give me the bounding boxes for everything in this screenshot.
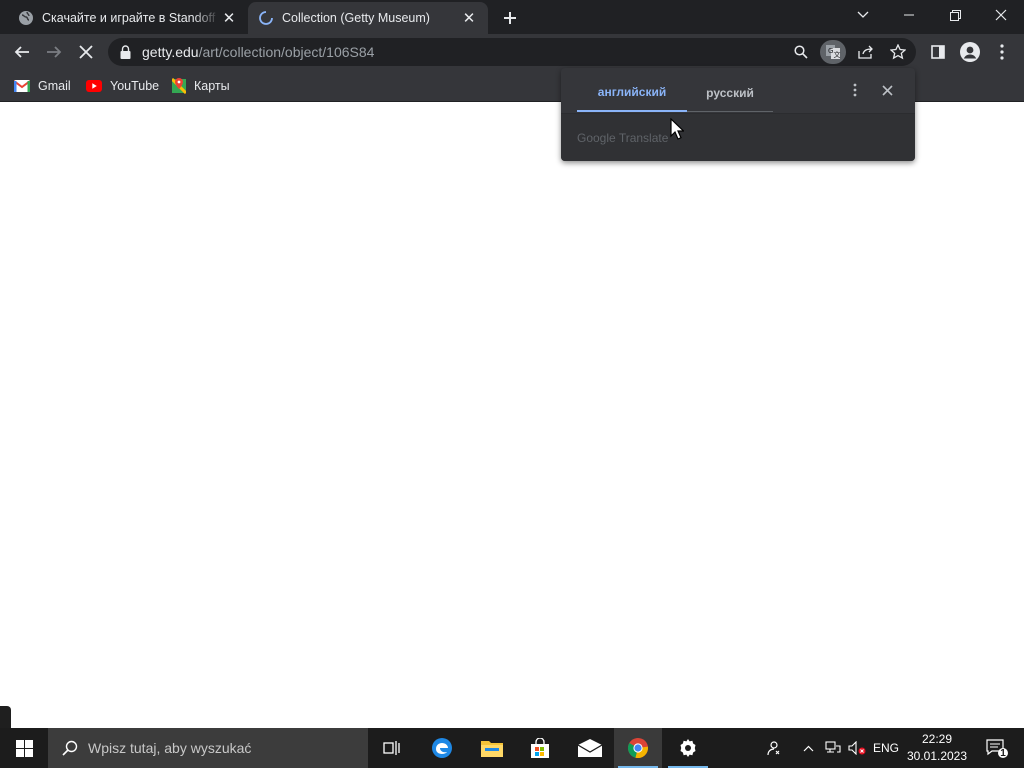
task-view-button[interactable] (368, 728, 416, 768)
arrow-right-icon (47, 46, 62, 58)
bookmark-youtube[interactable]: YouTube (86, 76, 159, 96)
lock-icon[interactable] (120, 45, 131, 59)
start-button[interactable] (0, 728, 48, 768)
close-icon (881, 84, 893, 96)
system-clock[interactable]: 22:29 30.01.2023 (900, 731, 974, 765)
action-center-button[interactable]: 1 (980, 728, 1014, 768)
tab-strip: Скачайте и играйте в Standoff 2 ✕ Collec… (0, 0, 1024, 34)
search-placeholder: Wpisz tutaj, aby wyszukać (88, 740, 252, 756)
bookmark-maps[interactable]: Карты (172, 76, 230, 96)
share-icon[interactable] (858, 45, 874, 59)
close-icon[interactable]: ✕ (460, 9, 478, 27)
mouse-cursor-icon (670, 118, 684, 140)
maps-icon (172, 78, 186, 94)
browser-toolbar: getty.edu/art/collection/object/106S84 G… (0, 34, 1024, 70)
translate-close-button[interactable] (877, 80, 897, 100)
profile-button[interactable] (956, 38, 984, 66)
translate-options-button[interactable] (845, 80, 865, 100)
tab-standoff[interactable]: Скачайте и играйте в Standoff 2 ✕ (8, 2, 248, 34)
search-icon[interactable] (794, 45, 808, 59)
network-button[interactable] (822, 728, 844, 768)
translate-popup: английский русский Google Translate (561, 68, 915, 161)
avatar-icon (960, 42, 980, 62)
youtube-icon (86, 80, 102, 92)
input-language[interactable]: ENG (870, 728, 902, 768)
stop-button[interactable] (72, 38, 100, 66)
tab-getty[interactable]: Collection (Getty Museum) ✕ (248, 2, 488, 34)
settings-app[interactable] (664, 728, 712, 768)
task-view-icon (383, 741, 400, 755)
kebab-menu-icon (1000, 44, 1004, 60)
clock-date: 30.01.2023 (906, 749, 968, 763)
chrome-app[interactable] (614, 728, 662, 768)
network-icon (825, 741, 841, 753)
url-path: /art/collection/object/106S84 (198, 44, 375, 60)
taskbar-search[interactable]: Wpisz tutaj, aby wyszukać (48, 728, 368, 768)
gmail-icon (14, 80, 30, 92)
plus-icon (504, 12, 516, 24)
tab-source-language[interactable]: английский (577, 74, 687, 112)
back-button[interactable] (8, 38, 36, 66)
hidden-icons-button[interactable] (796, 728, 820, 768)
gear-icon (680, 739, 696, 757)
translate-footer: Google Translate (561, 114, 915, 161)
search-icon (62, 740, 78, 756)
language-tabs: английский русский (577, 74, 787, 112)
tab-title: Скачайте и играйте в Standoff 2 (42, 11, 220, 25)
chevron-down-icon (857, 11, 869, 18)
tab-search-button[interactable] (840, 0, 886, 30)
url-host: getty.edu (142, 44, 199, 60)
mail-app[interactable] (566, 728, 614, 768)
tab-title: Collection (Getty Museum) (282, 11, 430, 25)
side-panel-button[interactable] (924, 38, 952, 66)
bookmark-label: Gmail (38, 79, 71, 93)
google-translate-brand: Google Translate (577, 131, 669, 145)
volume-muted-icon (848, 741, 866, 755)
clock-time: 22:29 (921, 732, 953, 746)
people-icon (767, 741, 780, 756)
window-close-button[interactable] (978, 0, 1024, 30)
bookmark-label: Карты (194, 79, 230, 93)
kebab-menu-icon (853, 83, 857, 97)
store-icon (531, 738, 549, 758)
edge-icon (432, 738, 452, 758)
file-explorer-app[interactable] (468, 728, 516, 768)
bookmark-gmail[interactable]: Gmail (14, 76, 71, 96)
address-bar[interactable]: getty.edu/art/collection/object/106S84 G… (108, 38, 916, 66)
edge-app[interactable] (418, 728, 466, 768)
people-button[interactable] (758, 728, 788, 768)
arrow-left-icon (14, 46, 29, 58)
tab-target-language[interactable]: русский (687, 74, 773, 112)
minimize-button[interactable] (886, 0, 932, 30)
side-panel-icon (931, 45, 945, 59)
star-icon[interactable] (890, 44, 906, 60)
chevron-up-icon (803, 745, 813, 751)
translate-icon[interactable]: G文 (820, 40, 846, 64)
mail-icon (578, 739, 602, 757)
minimize-icon (904, 14, 914, 16)
menu-button[interactable] (988, 38, 1016, 66)
restore-button[interactable] (932, 0, 978, 30)
close-icon[interactable]: ✕ (220, 9, 238, 27)
forward-button[interactable] (40, 38, 68, 66)
windows-logo-icon (15, 739, 33, 757)
new-tab-button[interactable] (498, 6, 522, 30)
bookmark-label: YouTube (110, 79, 160, 93)
url-text[interactable]: getty.edu/art/collection/object/106S84 (142, 44, 374, 60)
page-corner-element (0, 706, 11, 728)
loading-spinner-icon (258, 10, 274, 26)
page-content (0, 103, 1024, 728)
store-app[interactable] (516, 728, 564, 768)
chrome-icon (627, 738, 649, 759)
folder-icon (481, 741, 503, 757)
restore-icon (949, 9, 961, 21)
svg-text:文: 文 (834, 50, 841, 59)
globe-icon (18, 10, 34, 26)
windows-taskbar: Wpisz tutaj, aby wyszukać ENG 22:29 30.0… (0, 728, 1024, 768)
stop-icon (79, 45, 93, 59)
close-icon (995, 9, 1007, 21)
volume-button[interactable] (846, 728, 868, 768)
notification-count-badge: 1 (1000, 748, 1006, 759)
